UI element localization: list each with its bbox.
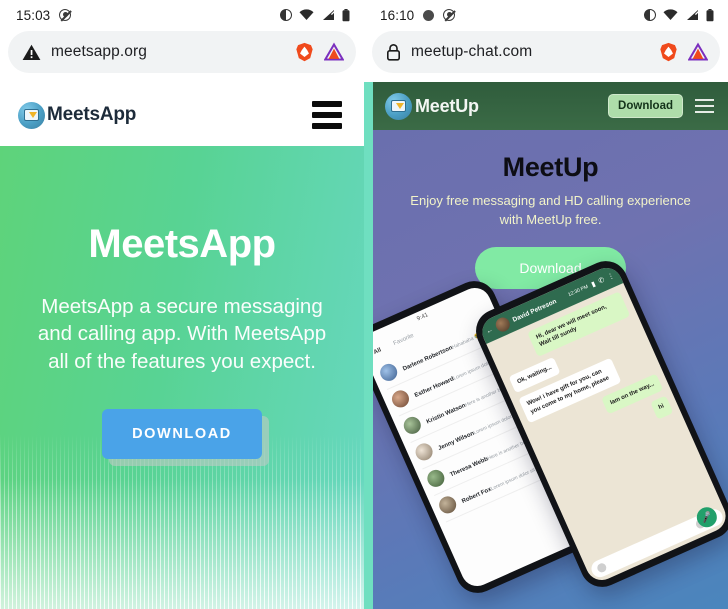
warning-triangle-icon	[22, 44, 41, 60]
meetup-hero: MeetUp Enjoy free messaging and HD calli…	[373, 130, 728, 609]
meetup-logo-icon	[385, 92, 412, 120]
meetup-left-accent-bar	[364, 82, 373, 609]
more-vertical-icon[interactable]: ⋮	[606, 271, 616, 281]
hero-subtitle: MeetsApp a secure messaging and calling …	[37, 295, 327, 373]
meetsapp-site-header: MeetsApp	[0, 83, 364, 147]
brave-triangle-icon[interactable]	[324, 42, 344, 62]
meetsapp-hero: MeetsApp MeetsApp a secure messaging and…	[0, 146, 364, 609]
hamburger-icon[interactable]	[312, 101, 342, 129]
right-urlbar-wrap: meetup-chat.com	[364, 30, 728, 83]
right-url-text: meetup-chat.com	[411, 43, 533, 60]
meetsapp-hero-content: MeetsApp MeetsApp a secure messaging and…	[0, 146, 364, 459]
meetup-brand[interactable]: MeetUp	[385, 92, 479, 120]
avatar	[401, 414, 424, 437]
meetup-header-actions: Download	[608, 94, 714, 118]
right-url-bar[interactable]: meetup-chat.com	[372, 31, 720, 73]
phone-call-icon[interactable]: ✆	[597, 276, 606, 286]
header-download-button[interactable]: Download	[608, 94, 683, 118]
right-status-right	[644, 8, 714, 22]
video-call-icon[interactable]: ▮	[590, 280, 596, 289]
contrast-icon	[644, 9, 656, 21]
battery-icon	[342, 8, 350, 21]
brave-lion-icon[interactable]	[295, 42, 314, 62]
signal-icon	[323, 10, 335, 20]
meetsapp-logo-icon	[18, 101, 45, 129]
chat-bubble-outgoing: hi	[650, 395, 674, 420]
wifi-icon	[299, 9, 314, 20]
chat-time: 12:30 PM	[567, 283, 590, 299]
left-url-bar[interactable]: meetsapp.org	[8, 31, 356, 73]
battery-icon	[706, 8, 714, 21]
hero-stripe-texture	[0, 434, 364, 609]
phone-mockups: 9:41 All Favorite Darlene RobertsonHahah…	[373, 254, 728, 609]
contact-name: Robert Fox	[461, 486, 493, 505]
avatar	[389, 387, 412, 411]
right-status-time: 16:10	[380, 7, 415, 23]
hamburger-icon[interactable]	[695, 99, 714, 113]
left-phone-screen: 15:03 meetsapp.org MeetsApp MeetsApp Mee…	[0, 0, 364, 609]
meetsapp-brand[interactable]: MeetsApp	[18, 101, 137, 129]
page-title: MeetUp	[502, 152, 599, 182]
back-arrow-icon[interactable]: ←	[485, 326, 494, 335]
left-status-bar: 15:03	[0, 0, 364, 30]
right-phone-screen: 16:10 meetup-chat.com MeetUp Download Me…	[364, 0, 728, 609]
lock-icon	[386, 44, 400, 61]
meetup-brand-name: MeetUp	[415, 95, 479, 116]
dual-screenshot-comparison: 15:03 meetsapp.org MeetsApp MeetsApp Mee…	[0, 0, 728, 609]
right-status-left: 16:10	[380, 7, 456, 23]
left-status-left: 15:03	[16, 7, 72, 23]
avatar	[377, 361, 400, 384]
avatar	[424, 467, 448, 490]
meetup-site-header: MeetUp Download	[373, 82, 728, 130]
tab-all[interactable]: All	[373, 347, 382, 356]
wifi-icon	[663, 9, 678, 20]
brave-triangle-icon[interactable]	[688, 42, 708, 62]
avatar	[412, 440, 436, 464]
do-not-disturb-icon	[59, 9, 72, 21]
dot-icon	[423, 9, 435, 21]
meetsapp-brand-name: MeetsApp	[47, 104, 137, 125]
brave-lion-icon[interactable]	[659, 42, 678, 62]
contrast-icon	[280, 9, 292, 21]
download-button-wrap: DOWNLOAD	[0, 408, 364, 459]
left-urlbar-wrap: meetsapp.org	[0, 30, 364, 83]
left-url-text: meetsapp.org	[51, 43, 147, 60]
signal-icon	[687, 10, 699, 20]
left-status-right	[280, 8, 350, 22]
avatar	[436, 493, 459, 517]
left-status-time: 15:03	[16, 7, 51, 23]
do-not-disturb-icon	[443, 9, 456, 21]
download-button[interactable]: DOWNLOAD	[102, 408, 262, 459]
page-title: MeetsApp	[88, 222, 276, 266]
hero-subtitle: Enjoy free messaging and HD calling expe…	[410, 193, 691, 227]
emoji-icon[interactable]	[595, 561, 608, 574]
right-status-bar: 16:10	[364, 0, 728, 30]
avatar	[493, 315, 513, 334]
